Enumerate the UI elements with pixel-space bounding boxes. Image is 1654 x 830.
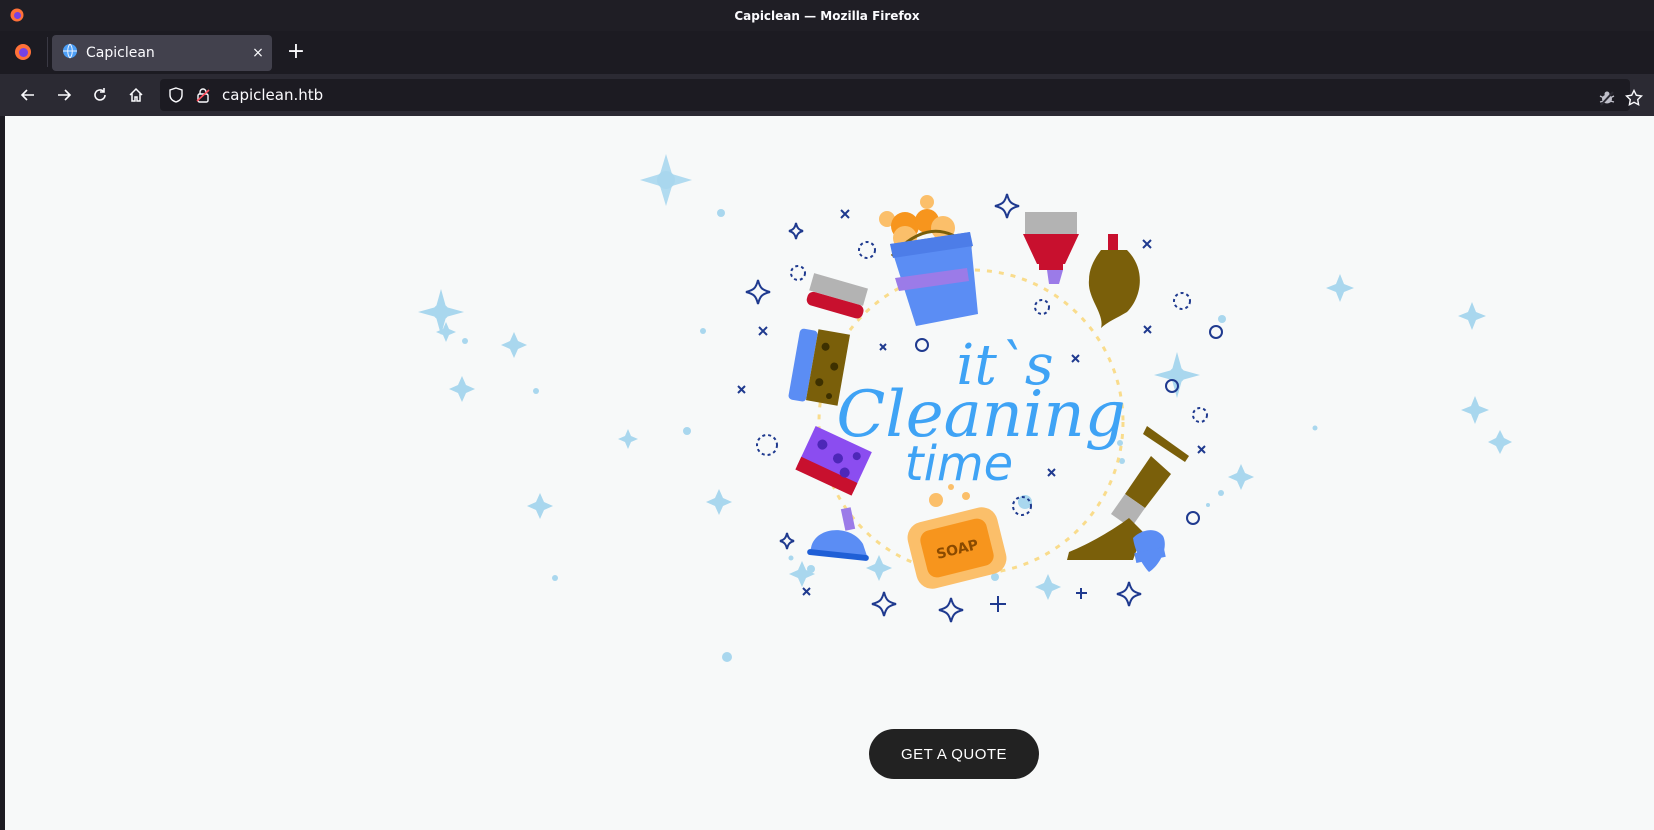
bookmark-star-icon[interactable] [1622,86,1646,110]
reload-icon [94,88,106,101]
extension-icon[interactable] [1595,86,1619,110]
tab-divider [47,37,48,67]
red-brush-illustration [1023,212,1079,284]
back-arrow-icon [20,89,34,101]
reload-button[interactable] [88,83,112,107]
scrub-brush-illustration [806,273,868,319]
forward-arrow-icon [58,89,72,101]
address-bar[interactable]: capiclean.htb [160,79,1630,111]
plunger-illustration [807,507,869,561]
tab-strip: Capiclean × + [0,31,1654,74]
window-title: Capiclean — Mozilla Firefox [734,8,920,23]
spray-bottle-illustration [1088,234,1140,328]
hero-line-time: time [905,436,1013,492]
globe-icon [62,43,78,63]
window-titlebar: Capiclean — Mozilla Firefox [0,0,1654,31]
new-tab-button[interactable]: + [282,39,310,67]
page-content: SOAP it`s Cleaning time GET A QUOTE [5,116,1654,830]
forward-button[interactable] [52,83,76,107]
firefox-menu-icon[interactable] [14,43,32,65]
bucket-illustration [879,195,978,326]
back-button[interactable] [16,83,40,107]
get-a-quote-button[interactable]: GET A QUOTE [869,729,1039,779]
tab-close-button[interactable]: × [244,45,272,61]
shield-icon[interactable] [168,87,184,107]
tab-label: Capiclean [86,45,155,61]
home-icon [129,87,143,102]
home-button[interactable] [124,83,148,107]
tab-capiclean[interactable]: Capiclean × [52,35,272,71]
url-text[interactable]: capiclean.htb [222,86,323,104]
firefox-logo-icon [10,8,24,25]
lock-icon[interactable] [195,87,211,107]
hero-illustration: SOAP it`s Cleaning time [418,154,1512,662]
navigation-toolbar: capiclean.htb [0,74,1654,116]
cleaner-bottle-illustration [1067,518,1166,572]
